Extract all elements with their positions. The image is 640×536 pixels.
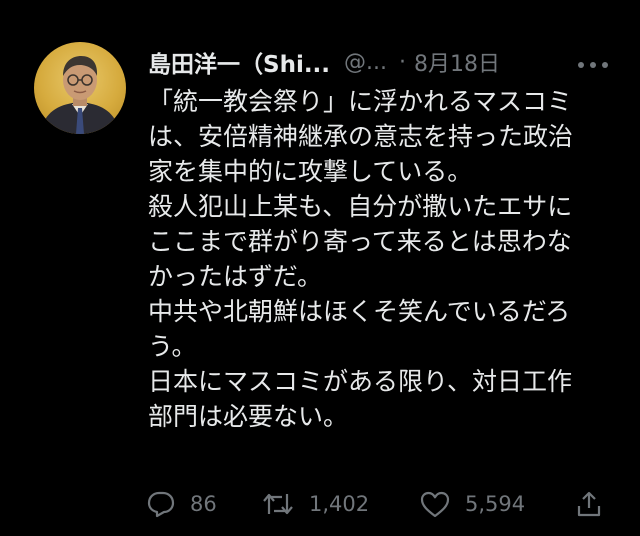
more-options-button[interactable] [576, 56, 610, 68]
reply-icon [147, 491, 175, 518]
tweet[interactable]: 島田洋一（Shi... @... · 8月18日 「統一教会祭り」に浮かれるマス… [0, 0, 640, 536]
tweet-actions: 86 1,402 5,594 [146, 486, 616, 522]
tweet-date[interactable]: 8月18日 [414, 46, 500, 78]
retweet-button[interactable]: 1,402 [261, 486, 369, 522]
avatar[interactable] [34, 42, 126, 134]
user-handle[interactable]: @... [344, 50, 387, 75]
tweet-text-line: 中共や北朝鮮はほくそ笑んでいるだろ [148, 297, 571, 326]
tweet-text-line: かったはずだ。 [148, 262, 323, 291]
tweet-text-line: 家を集中的に攻撃している。 [148, 157, 473, 186]
tweet-text: 「統一教会祭り」に浮かれるマスコミ は、安倍精神継承の意志を持った政治 家を集中… [148, 84, 618, 434]
separator-dot: · [399, 49, 407, 75]
like-button[interactable]: 5,594 [419, 486, 525, 522]
avatar-portrait-icon [40, 56, 120, 134]
share-button[interactable] [574, 486, 604, 522]
like-count: 5,594 [465, 492, 526, 516]
retweet-count: 1,402 [309, 492, 370, 516]
reply-button[interactable]: 86 [146, 486, 217, 522]
tweet-text-line: う。 [148, 332, 197, 361]
reply-count: 86 [190, 492, 217, 516]
retweet-icon [263, 493, 293, 515]
tweet-text-line: 「統一教会祭り」に浮かれるマスコミ [148, 87, 573, 116]
tweet-header: 島田洋一（Shi... @... · 8月18日 [148, 44, 618, 80]
tweet-text-line: 部門は必要ない。 [148, 402, 349, 431]
tweet-text-line: 殺人犯山上某も、自分が撒いたエサに [148, 192, 573, 221]
tweet-text-line: 日本にマスコミがある限り、対日工作 [148, 367, 573, 396]
tweet-text-line: ここまで群がり寄って来るとは思わな [148, 227, 572, 256]
tweet-text-line: は、安倍精神継承の意志を持った政治 [148, 122, 574, 151]
display-name[interactable]: 島田洋一（Shi... [148, 45, 330, 79]
share-icon [577, 491, 601, 517]
heart-icon [420, 491, 450, 518]
more-icon [578, 62, 608, 68]
